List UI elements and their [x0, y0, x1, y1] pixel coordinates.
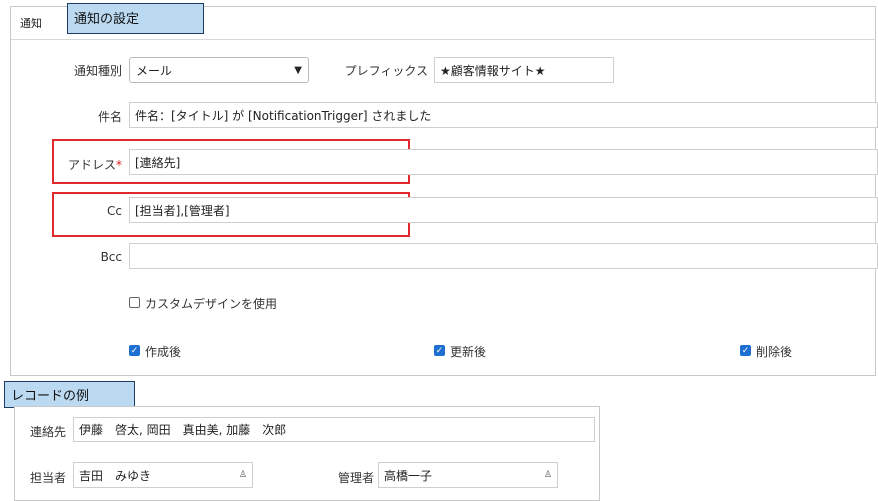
manager-input[interactable]: 高橋一子 ♙	[378, 462, 558, 488]
custom-design-label: カスタムデザインを使用	[145, 297, 278, 311]
user-icon[interactable]: ♙	[239, 470, 247, 480]
trigger-delete-checkbox[interactable]: ✓	[740, 345, 751, 356]
cc-label: Cc	[107, 204, 122, 218]
notify-type-value: メール	[136, 63, 173, 78]
trigger-update-checkbox[interactable]: ✓	[434, 345, 445, 356]
user-icon[interactable]: ♙	[544, 470, 552, 480]
trigger-create-checkbox[interactable]: ✓	[129, 345, 140, 356]
manager-value: 高橋一子	[384, 468, 433, 483]
trigger-update-label: 更新後	[450, 345, 487, 359]
contact-label: 連絡先	[29, 425, 66, 439]
trigger-create-label: 作成後	[145, 345, 182, 359]
bcc-label: Bcc	[100, 250, 122, 264]
owner-label: 担当者	[29, 471, 66, 485]
notify-type-select[interactable]: メール ▼	[129, 57, 309, 83]
address-label-text: アドレス	[67, 158, 116, 172]
required-mark: *	[116, 158, 122, 172]
address-label: アドレス*	[56, 156, 122, 173]
tab-notification[interactable]: 通知	[20, 15, 42, 31]
callout-record-example: レコードの例	[4, 381, 135, 408]
address-input[interactable]: [連絡先]	[129, 149, 878, 175]
manager-label: 管理者	[337, 471, 374, 485]
trigger-delete-label: 削除後	[756, 345, 793, 359]
owner-input[interactable]: 吉田 みゆき ♙	[73, 462, 253, 488]
custom-design-checkbox[interactable]	[129, 297, 140, 308]
cc-input[interactable]: [担当者],[管理者]	[129, 197, 878, 223]
bcc-input[interactable]	[129, 243, 878, 269]
owner-value: 吉田 みゆき	[79, 468, 152, 483]
tab-divider	[11, 39, 876, 40]
contact-input[interactable]: 伊藤 啓太, 岡田 真由美, 加藤 次郎	[73, 417, 595, 442]
prefix-label: プレフィックス	[344, 64, 428, 78]
subject-label: 件名	[97, 110, 122, 124]
callout-notification-settings: 通知の設定	[67, 3, 204, 34]
chevron-down-icon: ▼	[294, 64, 302, 76]
prefix-input[interactable]: ★顧客情報サイト★	[434, 57, 614, 83]
notify-type-label: 通知種別	[73, 64, 122, 78]
subject-input[interactable]: 件名：[タイトル] が [NotificationTrigger] されました	[129, 102, 878, 128]
